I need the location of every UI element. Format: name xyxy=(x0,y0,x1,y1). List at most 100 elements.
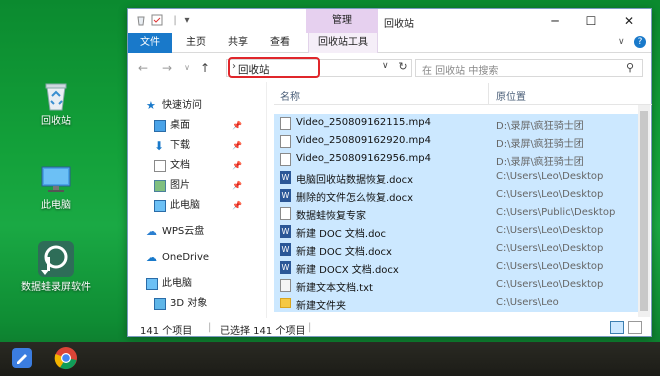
nav-item-desktop[interactable]: 桌面 📌 xyxy=(128,116,268,136)
nav-item-pictures[interactable]: 图片 📌 xyxy=(128,176,268,196)
file-row[interactable]: W 删除的文件怎么恢复.docx C:\Users\Leo\Desktop xyxy=(274,186,638,204)
tab-home[interactable]: 主页 xyxy=(178,33,214,53)
nav-item-quick-access[interactable]: ★ 快速访问 xyxy=(128,96,268,116)
details-view-button[interactable] xyxy=(610,321,624,334)
navigation-pane: ★ 快速访问 桌面 📌 ⬇ 下载 📌 文档 📌 图片 📌 此电脑 📌 ☁ WPS… xyxy=(128,96,268,318)
status-bar: 141 个项目 | 已选择 141 个项目 | xyxy=(128,318,651,338)
notes-app-icon[interactable] xyxy=(10,346,36,372)
folder-icon xyxy=(280,298,291,308)
file-row[interactable]: W 新建 DOC 文档.docx C:\Users\Leo\Desktop xyxy=(274,240,638,258)
desktop-icon-recorder[interactable]: 数据蛙录屏软件 xyxy=(18,240,94,294)
ribbon-tabs: 文件 主页 共享 查看 回收站工具 ∨ ? xyxy=(128,33,651,53)
nav-divider xyxy=(266,82,267,318)
nav-item-3d-objects[interactable]: 3D 对象 xyxy=(128,294,268,314)
help-icon[interactable]: ? xyxy=(634,36,646,48)
nav-item-this-pc[interactable]: 此电脑 xyxy=(128,274,268,294)
address-highlight-box xyxy=(228,57,320,78)
tab-share[interactable]: 共享 xyxy=(220,33,256,53)
status-divider: | xyxy=(208,322,212,333)
file-explorer-window: | ▾ 管理 回收站 ─ ☐ ✕ 文件 主页 共享 查看 回收站工具 ∨ ? ←… xyxy=(127,8,652,337)
collapse-ribbon-icon[interactable]: ∨ xyxy=(618,37,625,47)
file-list: 名称 原位置 Video_250809162115.mp4 D:\录屏\疯狂骑士… xyxy=(274,83,652,318)
text-file-icon xyxy=(280,279,291,292)
chrome-icon[interactable] xyxy=(54,346,80,372)
word-doc-icon: W xyxy=(280,225,291,238)
file-row[interactable]: Video_250809162115.mp4 D:\录屏\疯狂骑士团 xyxy=(274,114,638,132)
tab-recycle-bin-tools[interactable]: 回收站工具 xyxy=(308,33,378,53)
nav-item-this-pc-quick[interactable]: 此电脑 📌 xyxy=(128,196,268,216)
pin-icon: 📌 xyxy=(232,161,242,170)
pin-icon: 📌 xyxy=(232,141,242,150)
pin-icon: 📌 xyxy=(232,201,242,210)
forward-arrow-icon[interactable]: → xyxy=(160,61,174,75)
onedrive-icon: ☁ xyxy=(146,251,157,264)
file-row[interactable]: Video_250809162956.mp4 D:\录屏\疯狂骑士团 xyxy=(274,150,638,168)
column-location[interactable]: 原位置 xyxy=(496,88,526,103)
column-separator[interactable] xyxy=(488,83,489,105)
properties-icon[interactable] xyxy=(150,14,164,28)
word-doc-icon: W xyxy=(280,189,291,202)
desktop-icon-label: 回收站 xyxy=(41,116,71,127)
title-bar: | ▾ 管理 回收站 ─ ☐ ✕ xyxy=(128,9,651,33)
column-name[interactable]: 名称 xyxy=(280,88,300,103)
search-icon: ⚲ xyxy=(626,61,635,74)
file-row[interactable]: W 电脑回收站数据恢复.docx C:\Users\Leo\Desktop xyxy=(274,168,638,186)
video-file-icon xyxy=(280,117,291,130)
tab-file[interactable]: 文件 xyxy=(128,33,172,53)
file-row[interactable]: W 新建 DOC 文档.doc C:\Users\Leo\Desktop xyxy=(274,222,638,240)
recycle-small-icon xyxy=(134,14,148,28)
address-dropdown-icon[interactable]: ∨ xyxy=(382,61,389,71)
cloud-icon: ☁ xyxy=(146,225,157,238)
scrollbar-thumb[interactable] xyxy=(640,111,648,311)
desktop-icon-label: 此电脑 xyxy=(41,200,71,211)
computer-icon xyxy=(146,278,158,290)
window-title: 回收站 xyxy=(384,19,414,30)
pictures-icon xyxy=(154,180,166,192)
word-doc-icon: W xyxy=(280,261,291,274)
close-button[interactable]: ✕ xyxy=(612,9,646,33)
file-row[interactable]: W 新建 DOCX 文档.docx C:\Users\Leo\Desktop xyxy=(274,258,638,276)
video-file-icon xyxy=(280,153,291,166)
refresh-icon[interactable]: ↻ xyxy=(396,60,410,73)
minimize-button[interactable]: ─ xyxy=(538,9,572,33)
file-row[interactable]: Video_250809162920.mp4 D:\录屏\疯狂骑士团 xyxy=(274,132,638,150)
document-icon xyxy=(154,160,166,172)
desktop-folder-icon xyxy=(154,120,166,132)
desktop-icon-this-pc[interactable]: 此电脑 xyxy=(18,162,94,212)
manage-context-tab[interactable]: 管理 xyxy=(306,9,378,33)
video-file-icon xyxy=(280,135,291,148)
monitor-icon xyxy=(39,162,73,196)
file-row[interactable]: 新建文本文档.txt C:\Users\Leo\Desktop xyxy=(274,276,638,294)
recycle-bin-icon xyxy=(39,78,73,112)
customize-qa-icon[interactable]: ▾ xyxy=(180,14,194,28)
nav-item-onedrive[interactable]: ☁ OneDrive xyxy=(128,248,268,268)
recorder-app-icon xyxy=(37,240,75,278)
nav-item-downloads[interactable]: ⬇ 下载 📌 xyxy=(128,136,268,156)
3d-objects-icon xyxy=(154,298,166,310)
file-row[interactable]: 新建文件夹 C:\Users\Leo xyxy=(274,294,638,312)
download-icon: ⬇ xyxy=(154,139,165,153)
word-doc-icon: W xyxy=(280,243,291,256)
nav-item-wps-cloud[interactable]: ☁ WPS云盘 xyxy=(128,222,268,242)
pin-icon: 📌 xyxy=(232,181,242,190)
address-bar-row: ← → ∨ ↑ › 回收站 ∨ ↻ 在 回收站 中搜索 ⚲ xyxy=(128,54,651,82)
pin-icon: 📌 xyxy=(232,121,242,130)
shortcut-icon xyxy=(280,207,291,220)
item-count: 141 个项目 xyxy=(140,326,193,337)
column-header: 名称 原位置 xyxy=(274,83,652,105)
file-row[interactable]: 数据蛙恢复专家 C:\Users\Public\Desktop xyxy=(274,204,638,222)
taskbar xyxy=(0,342,660,376)
tab-view[interactable]: 查看 xyxy=(262,33,298,53)
desktop-icon-recycle-bin[interactable]: 回收站 xyxy=(18,78,94,128)
back-arrow-icon[interactable]: ← xyxy=(136,61,150,75)
large-icons-view-button[interactable] xyxy=(628,321,642,334)
selected-count: 已选择 141 个项目 xyxy=(220,326,306,337)
word-doc-icon: W xyxy=(280,171,291,184)
vertical-scrollbar[interactable] xyxy=(638,105,650,317)
up-arrow-icon[interactable]: ↑ xyxy=(198,61,212,75)
maximize-button[interactable]: ☐ xyxy=(574,9,608,33)
recent-chevron-icon[interactable]: ∨ xyxy=(180,63,194,72)
nav-item-documents[interactable]: 文档 📌 xyxy=(128,156,268,176)
search-placeholder: 在 回收站 中搜索 xyxy=(422,66,499,77)
status-divider: | xyxy=(308,322,312,333)
